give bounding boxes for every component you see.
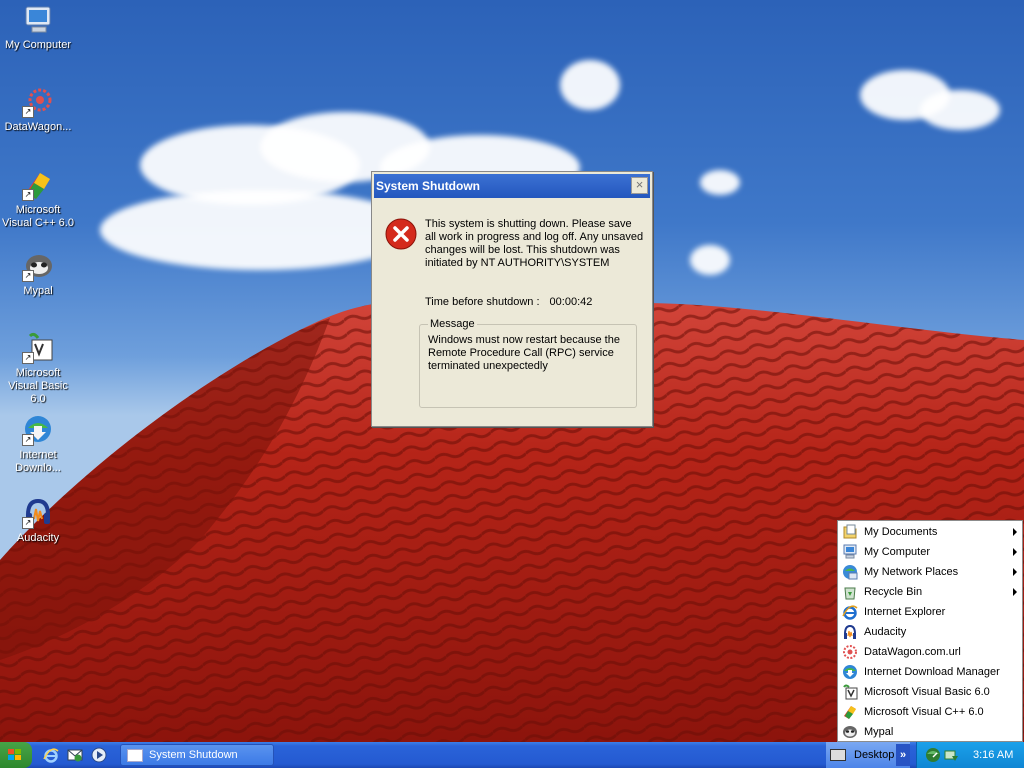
submenu-arrow-icon	[1013, 548, 1017, 556]
desktop-toolbar-menu: My Documents My Computer My Network Plac…	[837, 520, 1023, 742]
system-tray: 3:16 AM	[916, 742, 1024, 768]
quicklaunch-ie-icon[interactable]	[43, 747, 59, 763]
quicklaunch-outlook-express-icon[interactable]	[67, 747, 83, 763]
dialog-title: System Shutdown	[376, 179, 481, 193]
window-icon	[127, 748, 143, 762]
documents-icon	[842, 524, 858, 540]
desktop-toolbar[interactable]: Desktop »	[826, 742, 910, 768]
desktop-icon-label: My Computer	[4, 39, 72, 51]
keyboard-icon	[830, 749, 846, 761]
visual-basic-icon	[842, 684, 858, 700]
countdown-row: Time before shutdown : 00:00:42	[425, 296, 592, 308]
visual-cpp-icon: ↗	[22, 169, 54, 201]
visual-cpp-icon	[842, 704, 858, 720]
time-label: Time before shutdown :	[425, 296, 540, 308]
internet-download-manager-icon	[842, 664, 858, 680]
start-button[interactable]	[0, 742, 32, 768]
menu-item-datawagon[interactable]: DataWagon.com.url	[838, 642, 1022, 662]
time-value: 00:00:42	[549, 296, 593, 308]
shortcut-arrow-icon: ↗	[22, 270, 34, 282]
internet-download-manager-icon: ↗	[22, 414, 54, 446]
network-tray-icon[interactable]	[925, 747, 941, 763]
computer-icon	[22, 4, 54, 36]
system-shutdown-dialog: System Shutdown × This system is shuttin…	[371, 171, 653, 427]
shutdown-message: This system is shutting down. Please sav…	[425, 218, 644, 269]
submenu-arrow-icon	[1013, 528, 1017, 536]
menu-item-my-computer[interactable]: My Computer	[838, 542, 1022, 562]
ie-icon	[842, 604, 858, 620]
desktop-icon-label: Mypal	[23, 285, 53, 297]
menu-item-label: Internet Download Manager	[864, 666, 1000, 678]
message-group: Message Windows must now restart because…	[419, 318, 637, 408]
submenu-arrow-icon	[1013, 568, 1017, 576]
shortcut-arrow-icon: ↗	[22, 352, 34, 364]
desktop-icon-visual-basic[interactable]: ↗ Microsoft Visual Basic 6.0	[0, 332, 76, 406]
menu-item-label: My Documents	[864, 526, 938, 538]
recycle-bin-icon	[842, 584, 858, 600]
menu-item-label: Recycle Bin	[864, 586, 923, 598]
computer-icon	[842, 544, 858, 560]
network-icon	[842, 564, 858, 580]
shortcut-arrow-icon: ↗	[22, 106, 34, 118]
desktop-icon-label: Internet Downlo...	[15, 449, 61, 474]
menu-item-label: DataWagon.com.url	[864, 646, 961, 658]
desktop-icon-my-computer[interactable]: My Computer	[0, 4, 76, 52]
desktop-icon-label: DataWagon...	[4, 121, 72, 133]
chevron-button[interactable]: »	[896, 744, 910, 766]
audacity-icon	[842, 624, 858, 640]
audacity-icon: ↗	[22, 497, 54, 529]
desktop-icon-mypal[interactable]: ↗ Mypal	[0, 250, 76, 298]
error-icon	[385, 218, 417, 250]
message-group-label: Message	[430, 318, 475, 330]
menu-item-label: Microsoft Visual Basic 6.0	[864, 686, 990, 698]
menu-item-my-network-places[interactable]: My Network Places	[838, 562, 1022, 582]
menu-item-visual-basic[interactable]: Microsoft Visual Basic 6.0	[838, 682, 1022, 702]
visual-basic-icon: ↗	[22, 332, 54, 364]
taskbar: System Shutdown Desktop » 3:16 AM	[0, 742, 1024, 768]
menu-item-my-documents[interactable]: My Documents	[838, 522, 1022, 542]
shortcut-arrow-icon: ↗	[22, 189, 34, 201]
shutdown-reason: Windows must now restart because the Rem…	[428, 334, 620, 372]
desktop-icon-audacity[interactable]: ↗ Audacity	[0, 497, 76, 545]
menu-item-audacity[interactable]: Audacity	[838, 622, 1022, 642]
dialog-titlebar[interactable]: System Shutdown ×	[374, 174, 650, 198]
desktop-icon-label: Microsoft Visual Basic 6.0	[8, 367, 68, 405]
menu-item-label: My Network Places	[864, 566, 959, 578]
menu-item-label: My Computer	[864, 546, 931, 558]
desktop-icon-label: Audacity	[16, 532, 60, 544]
menu-item-internet-download-manager[interactable]: Internet Download Manager	[838, 662, 1022, 682]
mypal-icon: ↗	[22, 250, 54, 282]
menu-item-visual-cpp[interactable]: Microsoft Visual C++ 6.0	[838, 702, 1022, 722]
mypal-icon	[842, 724, 858, 740]
menu-item-mypal[interactable]: Mypal	[838, 722, 1022, 742]
taskbar-button-label: System Shutdown	[149, 749, 238, 761]
shortcut-arrow-icon: ↗	[22, 517, 34, 529]
desktop-icon-datawagon[interactable]: ↗ DataWagon...	[0, 86, 76, 134]
windows-logo-icon	[8, 749, 21, 760]
datawagon-icon: ↗	[22, 86, 54, 118]
shortcut-arrow-icon: ↗	[22, 434, 34, 446]
taskbar-button-system-shutdown[interactable]: System Shutdown	[120, 744, 274, 766]
desktop-toolbar-label: Desktop	[854, 749, 895, 761]
menu-item-label: Mypal	[864, 726, 894, 738]
quicklaunch-media-player-icon[interactable]	[91, 747, 107, 763]
menu-item-label: Audacity	[864, 626, 907, 638]
datawagon-icon	[842, 644, 858, 660]
clock[interactable]: 3:16 AM	[973, 749, 1013, 761]
menu-item-label: Internet Explorer	[864, 606, 946, 618]
menu-item-label: Microsoft Visual C++ 6.0	[864, 706, 984, 718]
desktop-icon-visual-cpp[interactable]: ↗ Microsoft Visual C++ 6.0	[0, 169, 76, 230]
desktop-icon-label: Microsoft Visual C++ 6.0	[2, 204, 74, 229]
download-tray-icon[interactable]	[943, 747, 959, 763]
close-button[interactable]: ×	[631, 177, 648, 194]
menu-item-internet-explorer[interactable]: Internet Explorer	[838, 602, 1022, 622]
menu-item-recycle-bin[interactable]: Recycle Bin	[838, 582, 1022, 602]
submenu-arrow-icon	[1013, 588, 1017, 596]
desktop-icon-internet-download-manager[interactable]: ↗ Internet Downlo...	[0, 414, 76, 475]
